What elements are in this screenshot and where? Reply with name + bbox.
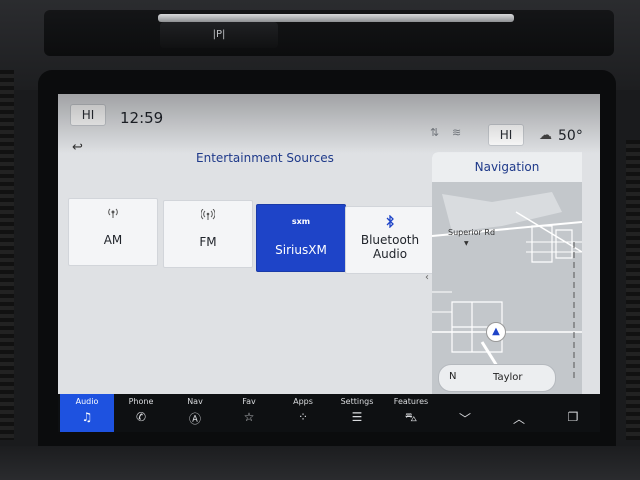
- compass-heading: N: [449, 371, 457, 382]
- map-road-label: Superior Rd: [448, 228, 496, 237]
- star-icon: ☆: [243, 410, 255, 424]
- chevron-down-icon: ﹀: [458, 412, 471, 426]
- source-label: FM: [199, 235, 217, 249]
- broadcast-icon: [164, 208, 252, 223]
- source-label: Bluetooth Audio: [360, 233, 420, 261]
- bluetooth-icon: [346, 214, 434, 229]
- wifi-icon: ≋: [452, 126, 462, 139]
- page-title: Entertainment Sources: [196, 151, 334, 165]
- air-vent-right: [626, 140, 640, 440]
- park-button[interactable]: |P|: [160, 22, 278, 48]
- map-pin-icon: ▼: [464, 240, 469, 247]
- navigation-status-pill[interactable]: N Taylor: [438, 364, 556, 392]
- clock: 12:59: [120, 109, 164, 127]
- source-label: AM: [103, 233, 123, 247]
- dashboard-bottom: [0, 446, 640, 480]
- source-am-button[interactable]: AM: [68, 198, 158, 266]
- weather-icon: ☁: [539, 128, 552, 143]
- source-label: SiriusXM: [275, 243, 327, 257]
- dock-nav-button[interactable]: Nav Ⓐ: [168, 394, 222, 432]
- dock-settings-button[interactable]: Settings ☰: [330, 394, 384, 432]
- climate-hi-right-button[interactable]: HI: [488, 124, 524, 146]
- air-vent-left: [0, 70, 14, 440]
- dock-audio-button[interactable]: Audio ♫: [60, 394, 114, 432]
- outside-temperature: 50°: [558, 128, 583, 144]
- source-siriusxm-button[interactable]: sxm SiriusXM: [256, 204, 346, 272]
- dock-collapse-button[interactable]: ﹀: [438, 394, 492, 432]
- signal-icon: ⇅: [430, 126, 440, 139]
- dock-windows-button[interactable]: ❐: [546, 394, 600, 432]
- navigation-panel[interactable]: Navigation Superior Rd ▼ ▲ N Taylor: [432, 152, 582, 402]
- panel-handle-icon[interactable]: ‹: [425, 272, 429, 283]
- apps-grid-icon: ⁘: [297, 410, 309, 424]
- dock-fav-button[interactable]: Fav ☆: [222, 394, 276, 432]
- siriusxm-logo-icon: sxm: [291, 217, 311, 226]
- antenna-icon: [69, 207, 157, 221]
- chrome-trim: [158, 14, 514, 22]
- dock-phone-button[interactable]: Phone ✆: [114, 394, 168, 432]
- source-fm-button[interactable]: FM: [163, 200, 253, 268]
- chevron-up-icon: ︿: [512, 412, 525, 426]
- current-street: Taylor: [493, 372, 523, 383]
- car-icon: ⛍: [404, 410, 418, 424]
- dock-apps-button[interactable]: Apps ⁘: [276, 394, 330, 432]
- phone-icon: ✆: [135, 410, 147, 424]
- vehicle-position-icon: ▲: [486, 322, 506, 342]
- status-bar: HI 12:59 ⇅ ≋ HI ☁ 50°: [58, 94, 600, 146]
- dock-features-button[interactable]: Features ⛍: [384, 394, 438, 432]
- copy-icon: ❐: [567, 410, 579, 424]
- dock-expand-button[interactable]: ︿: [492, 394, 546, 432]
- climate-hi-left-button[interactable]: HI: [70, 104, 106, 126]
- settings-sliders-icon: ☰: [351, 410, 363, 424]
- navigation-icon: Ⓐ: [188, 412, 201, 426]
- infotainment-screen: HI 12:59 ⇅ ≋ HI ☁ 50° ↩ Entertainment So…: [58, 94, 600, 432]
- navigation-title: Navigation: [432, 152, 582, 182]
- music-note-icon: ♫: [81, 410, 93, 424]
- bottom-dock: Audio ♫ Phone ✆ Nav Ⓐ Fav ☆ Apps ⁘ Setti…: [58, 394, 600, 432]
- back-arrow-icon[interactable]: ↩: [72, 140, 83, 155]
- source-bluetooth-audio-button[interactable]: Bluetooth Audio: [345, 206, 435, 274]
